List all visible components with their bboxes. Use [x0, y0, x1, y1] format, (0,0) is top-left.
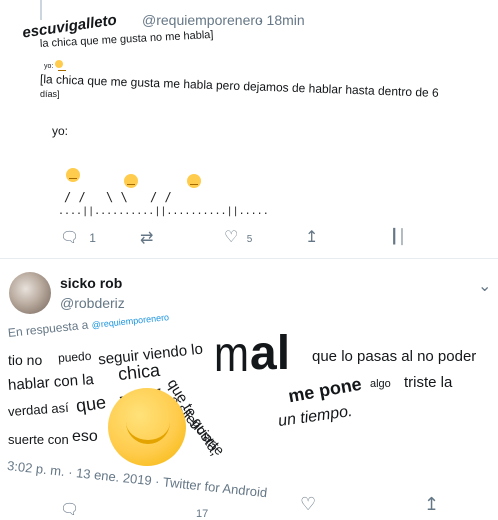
- retweet-icon: ⇄: [140, 230, 154, 247]
- body-word: al: [250, 327, 291, 380]
- body-word: que lo pasas al no poder: [312, 348, 477, 365]
- tweet2-author[interactable]: sicko rob: [60, 275, 122, 291]
- tiny-emoji-icon: [55, 60, 67, 71]
- share-button-2[interactable]: ↥: [424, 494, 439, 515]
- share-icon: ↥: [305, 229, 319, 246]
- legs-3: / /: [150, 190, 172, 204]
- like-icon: ♡: [300, 494, 317, 514]
- body-word: algo: [370, 378, 391, 390]
- body-word: m: [214, 325, 249, 382]
- reply-button-2[interactable]: 🗨: [60, 500, 79, 518]
- tweet1-body: [la chica que me gusta me habla pero dej…: [40, 72, 480, 102]
- body-word: eso: [72, 428, 98, 445]
- tweet1-yo-label: yo:: [52, 124, 69, 138]
- more-options-button[interactable]: ⌄: [478, 276, 491, 296]
- analytics-button[interactable]: ┃│: [390, 228, 407, 245]
- body-word: tio no: [8, 352, 43, 368]
- body-word: puedo: [57, 348, 92, 366]
- body-word: suerte con: [8, 432, 69, 447]
- tweet-1[interactable]: escuvigalleto @requiemporenero · 18min l…: [0, 0, 498, 259]
- smiling-face-icon: [108, 388, 186, 466]
- retweet-button[interactable]: ⇄: [140, 228, 153, 248]
- analytics-icon: ┃│: [390, 228, 408, 244]
- avatar[interactable]: [9, 272, 51, 314]
- reply-count: 1: [89, 231, 96, 245]
- tweet1-handle[interactable]: @requiemporenero: [142, 12, 263, 28]
- reply-icon: 🗨: [60, 229, 80, 246]
- retweet-count-2: 17: [196, 508, 209, 520]
- like-count: 5: [246, 234, 253, 245]
- thread-line: [40, 0, 42, 20]
- share-button[interactable]: ↥: [305, 227, 318, 247]
- legs-2: \ \: [106, 190, 128, 204]
- like-icon: ♡: [224, 229, 239, 246]
- body-word: triste la: [404, 374, 453, 391]
- more-icon: ⌄: [478, 278, 492, 295]
- sad-face-icon: [124, 174, 139, 188]
- share-icon: ↥: [424, 494, 440, 514]
- sad-face-icon: [66, 168, 80, 182]
- tweet1-time[interactable]: · 18min: [258, 12, 305, 28]
- reply-icon: 🗨: [60, 501, 80, 518]
- tweet1-small-yo: yo:: [44, 60, 67, 71]
- sad-figures: / / \ \ / / ....||..........||..........…: [58, 168, 269, 228]
- legs-1: / /: [64, 190, 86, 204]
- sad-face-icon: [186, 174, 201, 188]
- like-button-2[interactable]: ♡: [300, 494, 316, 515]
- like-button[interactable]: ♡ 5: [224, 227, 252, 247]
- ground-line: ....||..........||..........||.....: [58, 206, 269, 217]
- tweet2-handle[interactable]: @robderiz: [60, 295, 125, 311]
- reply-button[interactable]: 🗨 1: [60, 228, 96, 246]
- body-word: que: [74, 392, 108, 416]
